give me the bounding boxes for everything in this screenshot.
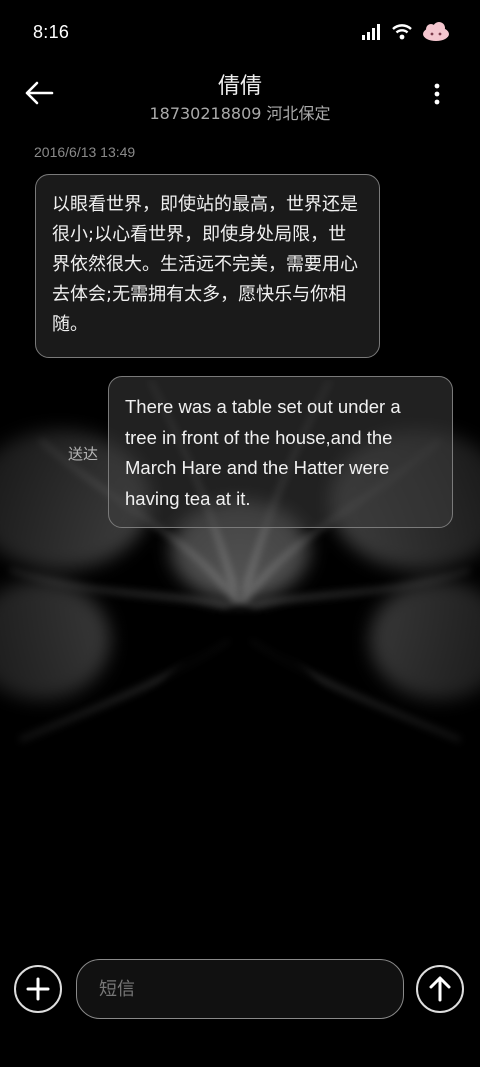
status-icons bbox=[362, 22, 450, 42]
message-timestamp: 2016/6/13 13:49 bbox=[34, 144, 136, 160]
add-attachment-button[interactable] bbox=[14, 965, 62, 1013]
status-bar: 8:16 bbox=[0, 0, 480, 68]
more-options-button[interactable] bbox=[430, 80, 444, 110]
delivery-status: 送达 bbox=[68, 445, 99, 463]
incoming-message-bubble[interactable]: 以眼看世界，即使站的最高，世界还是很小;以心看世界，即使身处局限，世界依然很大。… bbox=[35, 174, 380, 358]
status-time: 8:16 bbox=[33, 22, 70, 42]
more-vertical-icon bbox=[430, 80, 444, 110]
cloud-avatar-icon bbox=[422, 22, 450, 42]
send-button[interactable] bbox=[416, 965, 464, 1013]
contact-info: 18730218809 河北保定 bbox=[149, 104, 331, 123]
conversation-header: 倩倩 18730218809 河北保定 bbox=[0, 68, 480, 130]
wifi-icon bbox=[392, 24, 412, 40]
compose-bar bbox=[0, 955, 480, 1025]
signal-icon bbox=[362, 24, 382, 40]
arrow-up-circle-icon bbox=[418, 967, 462, 1011]
plus-circle-icon bbox=[16, 967, 60, 1011]
contact-name[interactable]: 倩倩 bbox=[0, 68, 480, 100]
message-input[interactable] bbox=[76, 959, 404, 1019]
outgoing-message-bubble[interactable]: There was a table set out under a tree i… bbox=[108, 376, 453, 528]
